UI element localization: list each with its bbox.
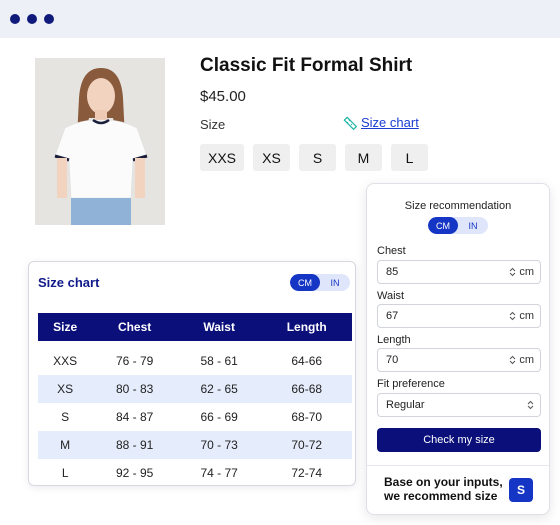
window-dot-icon[interactable]: [27, 14, 37, 24]
table-row: M 88 - 91 70 - 73 70-72: [38, 431, 352, 459]
table-row: L 92 - 95 74 - 77 72-74: [38, 459, 352, 487]
table-row: S 84 - 87 66 - 69 68-70: [38, 403, 352, 431]
size-chart-link[interactable]: Size chart: [343, 115, 419, 130]
table-cell: 58 - 61: [200, 354, 238, 368]
size-button-s[interactable]: S: [299, 144, 337, 171]
waist-value: 67: [386, 310, 399, 322]
size-chart-unit-toggle: CM IN: [290, 274, 350, 291]
length-label: Length: [377, 334, 411, 346]
recommendation-result-text: Base on your inputs, we recommend size: [384, 475, 503, 503]
table-cell: 92 - 95: [115, 466, 154, 480]
unit-suffix: cm: [519, 354, 534, 366]
table-cell: 74 - 77: [200, 466, 238, 480]
table-cell: 88 - 91: [92, 431, 177, 459]
length-value: 70: [386, 354, 399, 366]
table-header-row: Size Chest Waist Length: [38, 313, 352, 341]
table-cell: S: [61, 410, 70, 424]
table-cell: 80 - 83: [92, 375, 177, 403]
app-window: Classic Fit Formal Shirt $45.00 Size Siz…: [0, 0, 560, 525]
size-button-l[interactable]: L: [391, 144, 429, 171]
unit-suffix: cm: [519, 310, 534, 322]
product-title: Classic Fit Formal Shirt: [200, 55, 413, 76]
table-cell: 66 - 69: [200, 410, 238, 424]
check-my-size-button[interactable]: Check my size: [377, 428, 541, 452]
product-image: [35, 58, 165, 225]
stepper-icon[interactable]: [509, 355, 516, 365]
size-button-xs[interactable]: XS: [253, 144, 291, 171]
stepper-icon[interactable]: [509, 267, 516, 277]
model-photo-icon: [35, 58, 165, 225]
table-cell: XS: [38, 375, 93, 403]
size-selector: XXS XS S M L: [200, 144, 429, 171]
stepper-icon[interactable]: [509, 311, 516, 321]
unit-in-option[interactable]: IN: [458, 217, 488, 234]
window-dot-icon[interactable]: [44, 14, 54, 24]
table-cell: 64-66: [291, 354, 323, 368]
size-chart-title: Size chart: [38, 275, 100, 290]
table-row: XXS 76 - 79 58 - 61 64-66: [38, 341, 352, 375]
table-cell: 72-74: [291, 466, 323, 480]
column-header: Size: [38, 313, 93, 341]
recommendation-title: Size recommendation: [404, 200, 512, 212]
chest-value: 85: [386, 266, 399, 278]
window-titlebar: [0, 0, 560, 38]
size-chart-table: Size Chest Waist Length XXS 76 - 79 58 -…: [38, 313, 352, 487]
table-row: XS 80 - 83 62 - 65 66-68: [38, 375, 352, 403]
unit-cm-option[interactable]: CM: [290, 274, 320, 291]
product-price: $45.00: [200, 88, 246, 105]
size-button-xxs[interactable]: XXS: [200, 144, 245, 171]
table-cell: L: [61, 466, 69, 480]
table-cell: 68-70: [291, 410, 323, 424]
size-chart-link-label: Size chart: [361, 115, 419, 130]
ruler-icon: [343, 115, 357, 130]
chest-label: Chest: [377, 245, 406, 257]
window-dot-icon[interactable]: [10, 14, 20, 24]
recommended-size-badge: S: [509, 478, 533, 502]
column-header: Length: [261, 313, 352, 341]
table-cell: 62 - 65: [176, 375, 262, 403]
chest-input[interactable]: 85 cm: [377, 260, 541, 284]
waist-input[interactable]: 67 cm: [377, 304, 541, 328]
fit-preference-value: Regular: [386, 399, 425, 411]
divider: [367, 465, 549, 466]
table-cell: 84 - 87: [115, 410, 154, 424]
table-cell: 66-68: [261, 375, 352, 403]
select-chevron-icon: [527, 400, 534, 410]
waist-label: Waist: [377, 290, 405, 302]
unit-cm-option[interactable]: CM: [428, 217, 458, 234]
unit-in-option[interactable]: IN: [320, 274, 350, 291]
table-cell: 70 - 73: [176, 431, 262, 459]
fit-preference-label: Fit preference: [377, 378, 445, 390]
unit-suffix: cm: [519, 266, 534, 278]
table-cell: 70-72: [261, 431, 352, 459]
table-cell: 76 - 79: [115, 354, 154, 368]
size-chart-card: Size chart CM IN Size Chest Waist Length…: [28, 261, 356, 486]
length-input[interactable]: 70 cm: [377, 348, 541, 372]
table-cell: XXS: [53, 354, 78, 368]
column-header: Chest: [92, 313, 177, 341]
fit-preference-select[interactable]: Regular: [377, 393, 541, 417]
size-label: Size: [200, 117, 226, 132]
recommendation-unit-toggle: CM IN: [428, 217, 488, 234]
size-button-m[interactable]: M: [345, 144, 383, 171]
column-header: Waist: [176, 313, 262, 341]
size-recommendation-panel: Size recommendation CM IN Chest 85 cm Wa…: [366, 183, 550, 515]
table-cell: M: [38, 431, 93, 459]
